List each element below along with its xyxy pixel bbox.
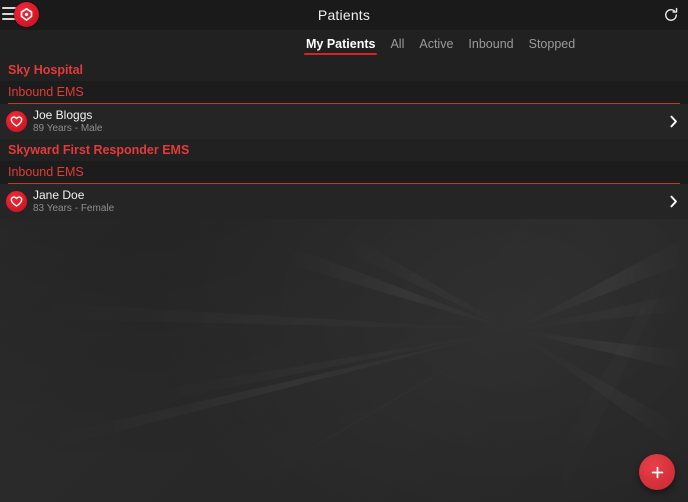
org-header: Skyward First Responder EMS bbox=[0, 139, 688, 161]
chevron-right-icon bbox=[670, 195, 677, 208]
patient-info: Joe Bloggs 89 Years - Male bbox=[33, 108, 103, 135]
tab-stopped[interactable]: Stopped bbox=[529, 30, 576, 59]
heart-icon bbox=[10, 196, 23, 207]
add-patient-button[interactable] bbox=[639, 454, 675, 490]
tab-my-patients[interactable]: My Patients bbox=[303, 30, 378, 59]
chevron-right-button[interactable] bbox=[669, 195, 678, 208]
tab-all[interactable]: All bbox=[390, 30, 404, 59]
org-header: Sky Hospital bbox=[0, 59, 688, 81]
patient-list: Sky Hospital Inbound EMS Joe Bloggs 89 Y… bbox=[0, 59, 688, 219]
patient-info: Jane Doe 83 Years - Female bbox=[33, 188, 114, 215]
heart-icon bbox=[10, 116, 23, 127]
avatar bbox=[6, 111, 27, 132]
group-header: Inbound EMS bbox=[8, 85, 84, 99]
patient-name: Joe Bloggs bbox=[33, 108, 93, 122]
avatar bbox=[6, 191, 27, 212]
top-bar: Patients bbox=[0, 0, 688, 30]
patient-group: Inbound EMS Jane Doe 83 Years - Female bbox=[0, 161, 688, 219]
patient-meta: 89 Years - Male bbox=[33, 123, 103, 134]
refresh-button[interactable] bbox=[662, 6, 680, 24]
chevron-right-icon bbox=[670, 115, 677, 128]
patient-group: Inbound EMS Joe Bloggs 89 Years - Male bbox=[0, 81, 688, 139]
tab-inbound[interactable]: Inbound bbox=[468, 30, 513, 59]
page-title: Patients bbox=[317, 7, 371, 23]
app-root: Patients My Patients All Active Inbound … bbox=[0, 0, 688, 502]
group-header: Inbound EMS bbox=[8, 165, 84, 179]
refresh-icon bbox=[665, 7, 678, 21]
patient-name: Jane Doe bbox=[33, 188, 85, 202]
tab-active[interactable]: Active bbox=[419, 30, 453, 59]
patient-row[interactable]: Joe Bloggs 89 Years - Male bbox=[0, 104, 688, 139]
patient-meta: 83 Years - Female bbox=[33, 203, 115, 214]
plus-icon bbox=[651, 466, 663, 478]
patient-row[interactable]: Jane Doe 83 Years - Female bbox=[0, 184, 688, 219]
tab-bar: My Patients All Active Inbound Stopped bbox=[0, 30, 688, 59]
tab-list: My Patients All Active Inbound Stopped bbox=[303, 30, 576, 59]
chevron-right-button[interactable] bbox=[669, 115, 678, 128]
